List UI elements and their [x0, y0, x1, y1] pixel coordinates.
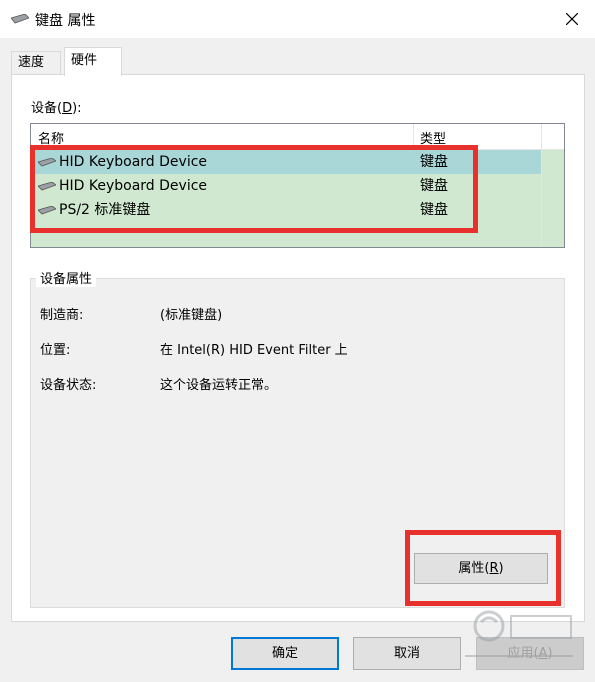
watermark-logo-icon [465, 610, 573, 657]
status-label: 设备状态: [40, 378, 97, 393]
tab-speed[interactable]: 速度 [11, 51, 61, 75]
cancel-button[interactable]: 取消 [353, 637, 461, 670]
ok-button[interactable]: 确定 [231, 637, 339, 670]
group-title: 设备属性 [36, 268, 97, 287]
manufacturer-value: (标准键盘) [160, 308, 223, 323]
close-icon [566, 13, 578, 25]
tab-hardware[interactable]: 硬件 [64, 47, 122, 76]
location-value: 在 Intel(R) HID Event Filter 上 [160, 343, 348, 358]
manufacturer-label: 制造商: [40, 308, 84, 323]
title-bar: 键盘 属性 [0, 0, 595, 38]
status-value: 这个设备运转正常。 [160, 378, 278, 393]
highlight-box-properties-button [405, 530, 561, 606]
location-label: 位置: [40, 343, 71, 358]
highlight-box-device-rows [30, 145, 478, 233]
column-divider[interactable] [541, 124, 542, 149]
keyboard-icon [11, 14, 29, 24]
close-button[interactable] [549, 0, 595, 38]
window-title: 键盘 属性 [35, 13, 96, 29]
devices-label: 设备(D): [31, 101, 82, 116]
